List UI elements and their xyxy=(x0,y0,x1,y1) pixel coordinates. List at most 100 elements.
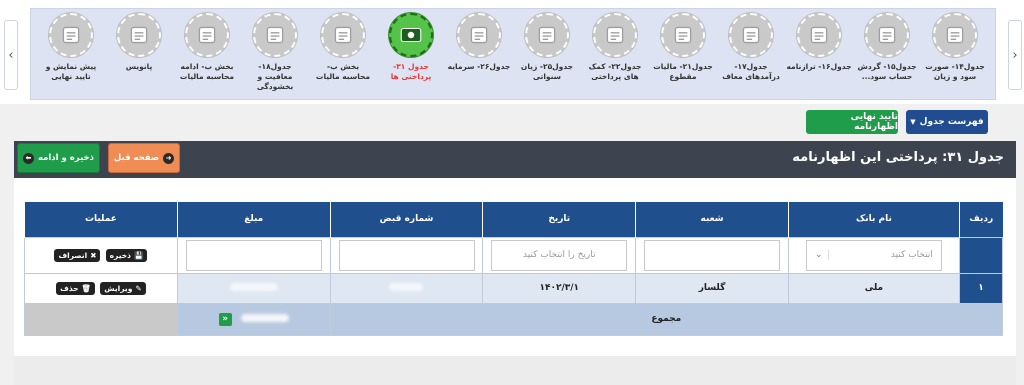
delete-row-label: حذف xyxy=(60,283,79,293)
bank-select-placeholder: انتخاب کنید xyxy=(890,250,933,260)
column-header-date: تاریخ xyxy=(482,202,636,237)
row-number: ۱ xyxy=(958,272,1004,304)
arrow-left-circle-icon: ⬅ xyxy=(22,152,34,164)
tab-item[interactable]: جدول۲۱- مالیات مقطوع xyxy=(649,9,717,99)
date-input[interactable]: تاریخ را انتخاب کنید xyxy=(491,239,628,271)
tab-label: جدول۱۷- درآمدهای معاف xyxy=(722,62,780,81)
tab-label: جدول۲۶- سرمایه xyxy=(447,62,511,71)
date-cell: تاریخ را انتخاب کنید xyxy=(482,236,637,274)
column-header-amount: مبلغ xyxy=(176,202,331,237)
sum-row: مجموع « xyxy=(24,302,1004,336)
pencil-icon: ✎ xyxy=(135,283,142,293)
safe-icon xyxy=(253,13,297,57)
flowchart-icon xyxy=(865,13,909,57)
chevron-left-icon: ‹ xyxy=(8,47,14,63)
save-continue-label: ذخیره و ادامه xyxy=(37,153,95,163)
page-footer xyxy=(14,356,1016,385)
tab-item[interactable]: جدول۲۶- سرمایه xyxy=(445,9,513,99)
branch-value: گلسار xyxy=(635,272,789,304)
tab-label: جدول۱۵- گردش حساب سود... xyxy=(857,62,917,81)
caret-down-icon: ▼ xyxy=(910,118,916,126)
row-operations: ✎ ویرایش 🗑 حذف xyxy=(24,272,178,304)
tab-item[interactable]: بخش ب- محاسبه مالیات xyxy=(309,9,377,99)
tab-item[interactable]: جدول۱۵- گردش حساب سود... xyxy=(853,9,921,99)
coins-growth-icon xyxy=(729,13,773,57)
tab-item[interactable]: پانویس xyxy=(105,9,173,99)
delete-row-button[interactable]: 🗑 حذف xyxy=(56,281,96,295)
chevron-up-double-icon[interactable]: « xyxy=(218,312,232,326)
tab-item[interactable]: جدول۱۶- ترازنامه xyxy=(785,9,853,99)
chevron-right-icon: › xyxy=(1012,47,1018,63)
chevron-down-icon: ⌄ xyxy=(815,250,830,260)
arrow-right-circle-icon: ➜ xyxy=(163,152,175,164)
money-bill-icon xyxy=(593,13,637,57)
tab-item[interactable]: پیش نمایش و تایید نهایی xyxy=(37,9,105,99)
money-bag-icon xyxy=(457,13,501,57)
receipt-number-input[interactable] xyxy=(338,239,475,271)
trash-icon: 🗑 xyxy=(81,283,92,293)
redacted-receipt xyxy=(389,282,424,291)
payment-icon xyxy=(389,13,433,57)
scroll-left-button[interactable]: ‹ xyxy=(4,20,18,90)
edit-row-label: ویرایش xyxy=(104,283,133,293)
tab-strip: جدول۱۴- صورت سود و زیان جدول۱۵- گردش حساب… xyxy=(30,8,996,100)
tab-label: بخش ب- محاسبه مالیات xyxy=(315,62,371,81)
final-confirm-label: تایید نهایی اظهارنامه xyxy=(850,112,898,132)
tab-label: جدول۱۶- ترازنامه xyxy=(786,62,852,71)
tab-label: جدول۲۱- مالیات مقطوع xyxy=(653,62,713,81)
redacted-amount xyxy=(229,282,278,291)
save-and-continue-button[interactable]: ذخیره و ادامه ⬅ xyxy=(17,143,100,173)
table-row: ۱ ملی گلسار ۱۴۰۲/۳/۱ ✎ ویرایش 🗑 حذف xyxy=(24,272,1004,304)
cancel-row-label: انصراف xyxy=(58,250,88,260)
calculator-icon xyxy=(797,13,841,57)
tax-icon xyxy=(185,13,229,57)
previous-page-button[interactable]: ➜ صفحه قبل xyxy=(108,143,180,173)
tab-item[interactable]: جدول ۳۱- پرداختی ها xyxy=(377,9,445,99)
redacted-sum xyxy=(240,313,289,322)
tax-icon xyxy=(321,13,365,57)
close-icon: ✖ xyxy=(90,250,97,260)
new-entry-row: انتخاب کنید ⌄ تاریخ را انتخاب کنید 💾 ذخی… xyxy=(24,236,1004,274)
sum-label: مجموع xyxy=(329,302,1004,336)
final-confirm-button[interactable]: تایید نهایی اظهارنامه xyxy=(806,110,898,134)
column-header-operations: عملیات xyxy=(24,202,178,237)
scroll-right-button[interactable]: › xyxy=(1008,20,1022,90)
tab-label: بخش ب- ادامه محاسبه مالیات xyxy=(179,62,235,81)
table-list-label: فهرست جدول xyxy=(919,117,984,127)
tab-label: جدول۲۲- کمک های پرداختی xyxy=(588,62,642,81)
table-list-dropdown-button[interactable]: فهرست جدول ▼ xyxy=(906,110,988,134)
tab-item[interactable]: جدول۱۴- صورت سود و زیان xyxy=(921,9,989,99)
tab-item[interactable]: جدول۲۵- زیان سنواتی xyxy=(513,9,581,99)
date-placeholder: تاریخ را انتخاب کنید xyxy=(523,250,596,260)
branch-input[interactable] xyxy=(644,239,781,271)
tab-label: جدول ۳۱- پرداختی ها xyxy=(390,62,432,81)
amount-value xyxy=(176,272,331,304)
table-navigator: ‹ جدول۱۴- صورت سود و زیان جدول۱۵- گردش حس… xyxy=(0,0,1024,104)
cancel-row-button[interactable]: ✖ انصراف xyxy=(54,248,101,262)
bank-select[interactable]: انتخاب کنید ⌄ xyxy=(805,239,942,271)
date-value: ۱۴۰۲/۳/۱ xyxy=(482,272,637,304)
save-row-button[interactable]: 💾 ذخیره xyxy=(105,248,148,262)
column-header-branch: شعبه xyxy=(635,202,789,237)
edit-row-button[interactable]: ✎ ویرایش xyxy=(100,281,146,295)
tab-item[interactable]: جدول۱۸- معافیت و بخشودگی xyxy=(241,9,309,99)
previous-page-label: صفحه قبل xyxy=(113,153,160,163)
receipt-cell xyxy=(329,236,484,274)
payments-table: ردیف نام بانک شعبه تاریخ شماره قبض مبلغ … xyxy=(24,202,1004,336)
bank-cell: انتخاب کنید ⌄ xyxy=(787,236,960,274)
table-header-row: ردیف نام بانک شعبه تاریخ شماره قبض مبلغ … xyxy=(24,202,1003,237)
bank-value: ملی xyxy=(787,272,960,304)
receipt-value xyxy=(329,272,484,304)
stamp-icon xyxy=(49,13,93,57)
sum-operations-cell xyxy=(24,302,178,336)
document-percent-icon xyxy=(661,13,705,57)
amount-input[interactable] xyxy=(185,239,322,271)
save-row-label: ذخیره xyxy=(109,250,132,260)
tab-label: پیش نمایش و تایید نهایی xyxy=(45,62,97,81)
user-document-icon xyxy=(117,13,161,57)
branch-cell xyxy=(635,236,789,274)
tab-label: جدول۱۴- صورت سود و زیان xyxy=(925,62,985,81)
tab-item[interactable]: بخش ب- ادامه محاسبه مالیات xyxy=(173,9,241,99)
tab-item[interactable]: جدول۲۲- کمک های پرداختی xyxy=(581,9,649,99)
tab-item[interactable]: جدول۱۷- درآمدهای معاف xyxy=(717,9,785,99)
